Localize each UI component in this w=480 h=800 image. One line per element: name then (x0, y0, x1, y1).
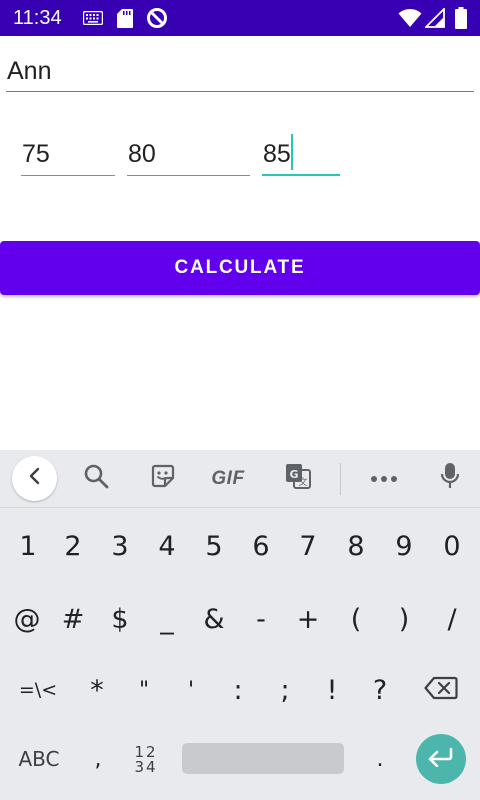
score-input-1-value: 75 (22, 140, 50, 168)
key-dollar[interactable]: $ (97, 601, 143, 637)
key-slash[interactable]: / (429, 601, 475, 637)
key-5[interactable]: 5 (191, 528, 237, 564)
key-period[interactable]: . (358, 741, 402, 777)
status-bar: 11:34 (0, 0, 480, 36)
chevron-left-icon (28, 467, 42, 490)
key-minus[interactable]: - (238, 601, 284, 637)
keyboard-icon (82, 10, 104, 30)
keyboard-search-button[interactable] (78, 450, 114, 507)
battery-icon (455, 7, 467, 34)
key-question[interactable]: ? (357, 672, 403, 708)
more-horizontal-icon (370, 470, 398, 488)
key-0[interactable]: 0 (429, 528, 475, 564)
key-semicolon[interactable]: ; (262, 672, 308, 708)
keyboard-separator (0, 507, 480, 508)
keyboard-toolbar: GIF G 文 (0, 450, 480, 507)
score-input-1[interactable]: 75 (21, 134, 115, 176)
toolbar-divider (340, 463, 341, 495)
signal-icon (423, 6, 445, 33)
key-single-quote[interactable]: ' (168, 672, 214, 708)
key-colon[interactable]: : (215, 672, 261, 708)
translate-icon: G 文 (284, 462, 312, 495)
key-right-paren[interactable]: ) (381, 601, 427, 637)
key-at[interactable]: @ (4, 601, 50, 637)
key-2[interactable]: 2 (50, 528, 96, 564)
key-space[interactable] (182, 743, 344, 774)
keyboard-more-button[interactable] (366, 450, 402, 507)
soft-keyboard: GIF G 文 1 2 3 4 5 6 7 8 9 0 @ # $ _ & - … (0, 450, 480, 800)
sticker-icon (150, 463, 176, 494)
key-9[interactable]: 9 (381, 528, 427, 564)
score-input-3[interactable]: 85 (262, 134, 340, 176)
key-asterisk[interactable]: * (74, 672, 120, 708)
keyboard-mic-button[interactable] (432, 450, 468, 507)
key-abc[interactable]: ABC (10, 741, 68, 777)
score-input-2[interactable]: 80 (127, 134, 250, 176)
score-input-2-value: 80 (128, 140, 156, 168)
number-pad-toggle-label: 12 34 (134, 745, 157, 775)
key-ampersand[interactable]: & (191, 601, 237, 637)
text-cursor (291, 134, 293, 170)
keyboard-sticker-button[interactable] (145, 450, 181, 507)
key-hash[interactable]: # (50, 601, 96, 637)
key-exclamation[interactable]: ! (309, 672, 355, 708)
key-8[interactable]: 8 (333, 528, 379, 564)
key-more-symbols[interactable]: =\< (8, 672, 68, 708)
enter-icon (427, 747, 455, 772)
key-number-pad-toggle[interactable]: 12 34 (124, 740, 168, 780)
svg-text:G: G (289, 468, 298, 481)
key-7[interactable]: 7 (285, 528, 331, 564)
search-icon (83, 463, 109, 494)
number-pad-toggle-bottom: 34 (134, 758, 158, 776)
key-3[interactable]: 3 (97, 528, 143, 564)
key-double-quote[interactable]: " (121, 672, 167, 708)
key-backspace[interactable] (416, 672, 466, 708)
score-input-3-value: 85 (263, 140, 291, 168)
calculate-button[interactable]: CALCULATE (0, 241, 480, 295)
key-plus[interactable]: + (285, 601, 331, 637)
svg-text:文: 文 (298, 476, 307, 488)
key-enter[interactable] (416, 734, 466, 784)
status-time: 11:34 (13, 7, 62, 29)
keyboard-translate-button[interactable]: G 文 (280, 450, 316, 507)
keyboard-back-button[interactable] (12, 456, 57, 501)
name-input-value: Ann (7, 57, 52, 85)
mic-icon (440, 462, 460, 495)
key-1[interactable]: 1 (6, 528, 50, 564)
wifi-icon (398, 8, 422, 33)
name-input[interactable]: Ann (6, 52, 474, 92)
keyboard-gif-button[interactable]: GIF (206, 450, 250, 507)
gif-label: GIF (211, 467, 245, 489)
key-6[interactable]: 6 (238, 528, 284, 564)
key-comma[interactable]: , (76, 741, 120, 777)
key-4[interactable]: 4 (144, 528, 190, 564)
sd-card-icon (117, 9, 133, 33)
key-left-paren[interactable]: ( (333, 601, 379, 637)
key-underscore[interactable]: _ (144, 601, 190, 637)
data-saver-icon (146, 7, 168, 34)
backspace-icon (424, 676, 458, 704)
